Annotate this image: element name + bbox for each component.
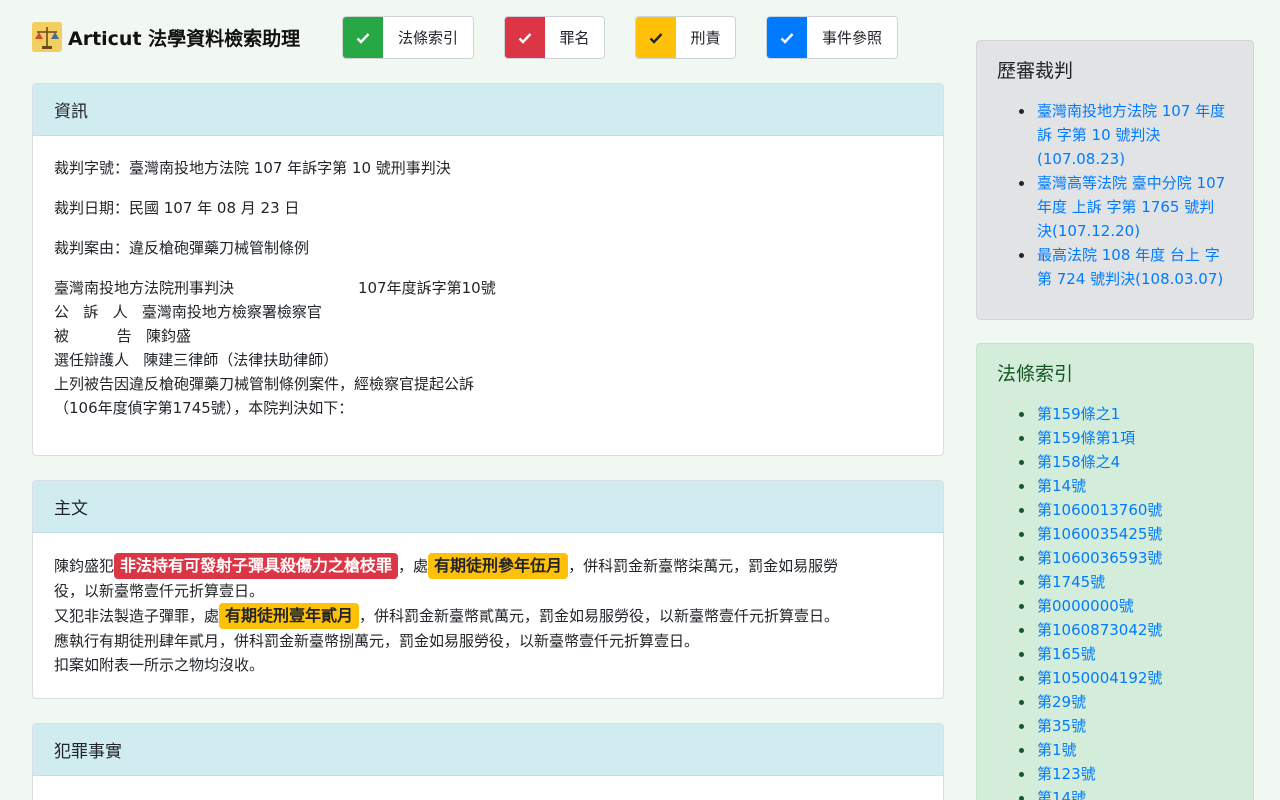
judgment-date: 裁判日期：民國 107 年 08 月 23 日: [54, 199, 300, 217]
law-index-link[interactable]: 第35號: [1017, 714, 1237, 738]
check-icon: [343, 17, 383, 58]
penalty-badge[interactable]: 有期徒刑參年伍月: [428, 553, 569, 579]
law-index-link[interactable]: 第1060873042號: [1017, 618, 1237, 642]
info-card: 資訊 裁判字號：臺灣南投地方法院 107 年訴字第 10 號刑事判決 裁判日期：…: [32, 83, 944, 456]
law-index-link[interactable]: 第123號: [1017, 762, 1237, 786]
toggle-law-index[interactable]: 法條索引: [342, 16, 474, 59]
verdict-card: 主文 陳鈞盛犯 非法持有可發射子彈具殺傷力之槍枝罪 ，處 有期徒刑參年伍月 ，併科罰金新…: [32, 480, 944, 699]
toggle-penalty[interactable]: 刑責: [635, 16, 736, 59]
law-index-link[interactable]: 第1060013760號: [1017, 498, 1237, 522]
text-line: 公 訴 人 臺灣南投地方檢察署檢察官: [54, 303, 322, 321]
app-logo-icon: [32, 22, 62, 52]
case-cause: 裁判案由：違反槍砲彈藥刀械管制條例: [54, 239, 310, 257]
facts-card-header: 犯罪事實: [33, 724, 943, 776]
history-panel: 歷審裁判 臺灣南投地方法院 107 年度訴 字第 10 號判決(107.08.2…: [976, 40, 1254, 320]
text-line: 被 告 陳鈞盛: [54, 327, 191, 345]
info-card-body: 裁判字號：臺灣南投地方法院 107 年訴字第 10 號刑事判決 裁判日期：民國 …: [33, 136, 943, 440]
toggle-event-ref[interactable]: 事件參照: [766, 16, 898, 59]
law-index-panel: 法條索引 第159條之1 第159條第1項 第158條之4 第14號 第1060…: [976, 343, 1254, 800]
text-line: 臺灣南投地方法院刑事判決 107年度訴字第10號: [54, 279, 496, 297]
law-index-link[interactable]: 第14號: [1017, 786, 1237, 800]
text-line: （106年度偵字第1745號），本院判決如下：: [54, 399, 354, 417]
law-index-link[interactable]: 第1050004192號: [1017, 666, 1237, 690]
toggle-label: 法條索引: [397, 29, 458, 47]
law-index-link[interactable]: 第1060036593號: [1017, 546, 1237, 570]
law-index-list: 第159條之1 第159條第1項 第158條之4 第14號 第106001376…: [1017, 402, 1237, 800]
toggle-label: 事件參照: [821, 29, 882, 47]
law-index-link[interactable]: 第165號: [1017, 642, 1237, 666]
law-index-link[interactable]: 第158條之4: [1017, 450, 1237, 474]
verdict-card-header: 主文: [33, 481, 943, 533]
verdict-line: 又犯非法製造子彈罪，處 有期徒刑壹年貳月 ，併科罰金新臺幣貳萬元，罰金如易服勞役，以…: [54, 603, 922, 629]
history-link[interactable]: 最高法院 108 年度 台上 字第 724 號判決(108.03.07): [1017, 243, 1227, 291]
app-header: Articut 法學資料檢索助理 法條索引 罪名 刑責 事件參照: [0, 0, 960, 76]
case-number: 裁判字號：臺灣南投地方法院 107 年訴字第 10 號刑事判決: [54, 159, 451, 177]
law-index-title: 法條索引: [997, 363, 1074, 385]
history-list: 臺灣南投地方法院 107 年度訴 字第 10 號判決(107.08.23) 臺灣…: [1017, 99, 1227, 291]
check-icon: [505, 17, 545, 58]
info-card-header: 資訊: [33, 84, 943, 136]
law-index-link[interactable]: 第0000000號: [1017, 594, 1237, 618]
penalty-badge[interactable]: 有期徒刑壹年貳月: [219, 603, 360, 629]
text-line: 選任辯護人 陳建三律師（法律扶助律師）: [54, 351, 339, 369]
history-link[interactable]: 臺灣高等法院 臺中分院 107 年度 上訴 字第 1765 號判決(107.12…: [1017, 171, 1227, 243]
law-index-link[interactable]: 第1060035425號: [1017, 522, 1237, 546]
law-index-link[interactable]: 第159條之1: [1017, 402, 1237, 426]
crime-badge[interactable]: 非法持有可發射子彈具殺傷力之槍枝罪: [114, 553, 399, 579]
check-icon: [636, 17, 676, 58]
verdict-card-body: 陳鈞盛犯 非法持有可發射子彈具殺傷力之槍枝罪 ，處 有期徒刑參年伍月 ，併科罰金新臺幣柒…: [33, 533, 943, 697]
judgment-header-text: 臺灣南投地方法院刑事判決 107年度訴字第10號 公 訴 人 臺灣南投地方檢察署…: [54, 276, 922, 420]
verdict-line: 扣案如附表一所示之物均沒收。: [54, 656, 265, 674]
verdict-line: 役，以新臺幣壹仟元折算壹日。: [54, 582, 265, 600]
law-index-link[interactable]: 第1號: [1017, 738, 1237, 762]
app-title: Articut 法學資料檢索助理: [68, 28, 301, 50]
toggle-label: 刑責: [690, 29, 721, 47]
check-icon: [767, 17, 807, 58]
law-index-link[interactable]: 第159條第1項: [1017, 426, 1237, 450]
toggle-label: 罪名: [559, 29, 590, 47]
text-line: 上列被告因違反槍砲彈藥刀械管制條例案件，經檢察官提起公訴: [54, 375, 475, 393]
toggle-charge[interactable]: 罪名: [504, 16, 605, 59]
verdict-line: 應執行有期徒刑肆年貳月，併科罰金新臺幣捌萬元，罰金如易服勞役，以新臺幣壹仟元折算…: [54, 632, 700, 650]
law-index-link[interactable]: 第1745號: [1017, 570, 1237, 594]
history-link[interactable]: 臺灣南投地方法院 107 年度訴 字第 10 號判決(107.08.23): [1017, 99, 1227, 171]
facts-card: 犯罪事實: [32, 723, 944, 800]
law-index-link[interactable]: 第14號: [1017, 474, 1237, 498]
history-title: 歷審裁判: [997, 60, 1074, 82]
law-index-link[interactable]: 第29號: [1017, 690, 1237, 714]
verdict-line: 陳鈞盛犯 非法持有可發射子彈具殺傷力之槍枝罪 ，處 有期徒刑參年伍月 ，併科罰金新臺幣柒…: [54, 553, 922, 579]
